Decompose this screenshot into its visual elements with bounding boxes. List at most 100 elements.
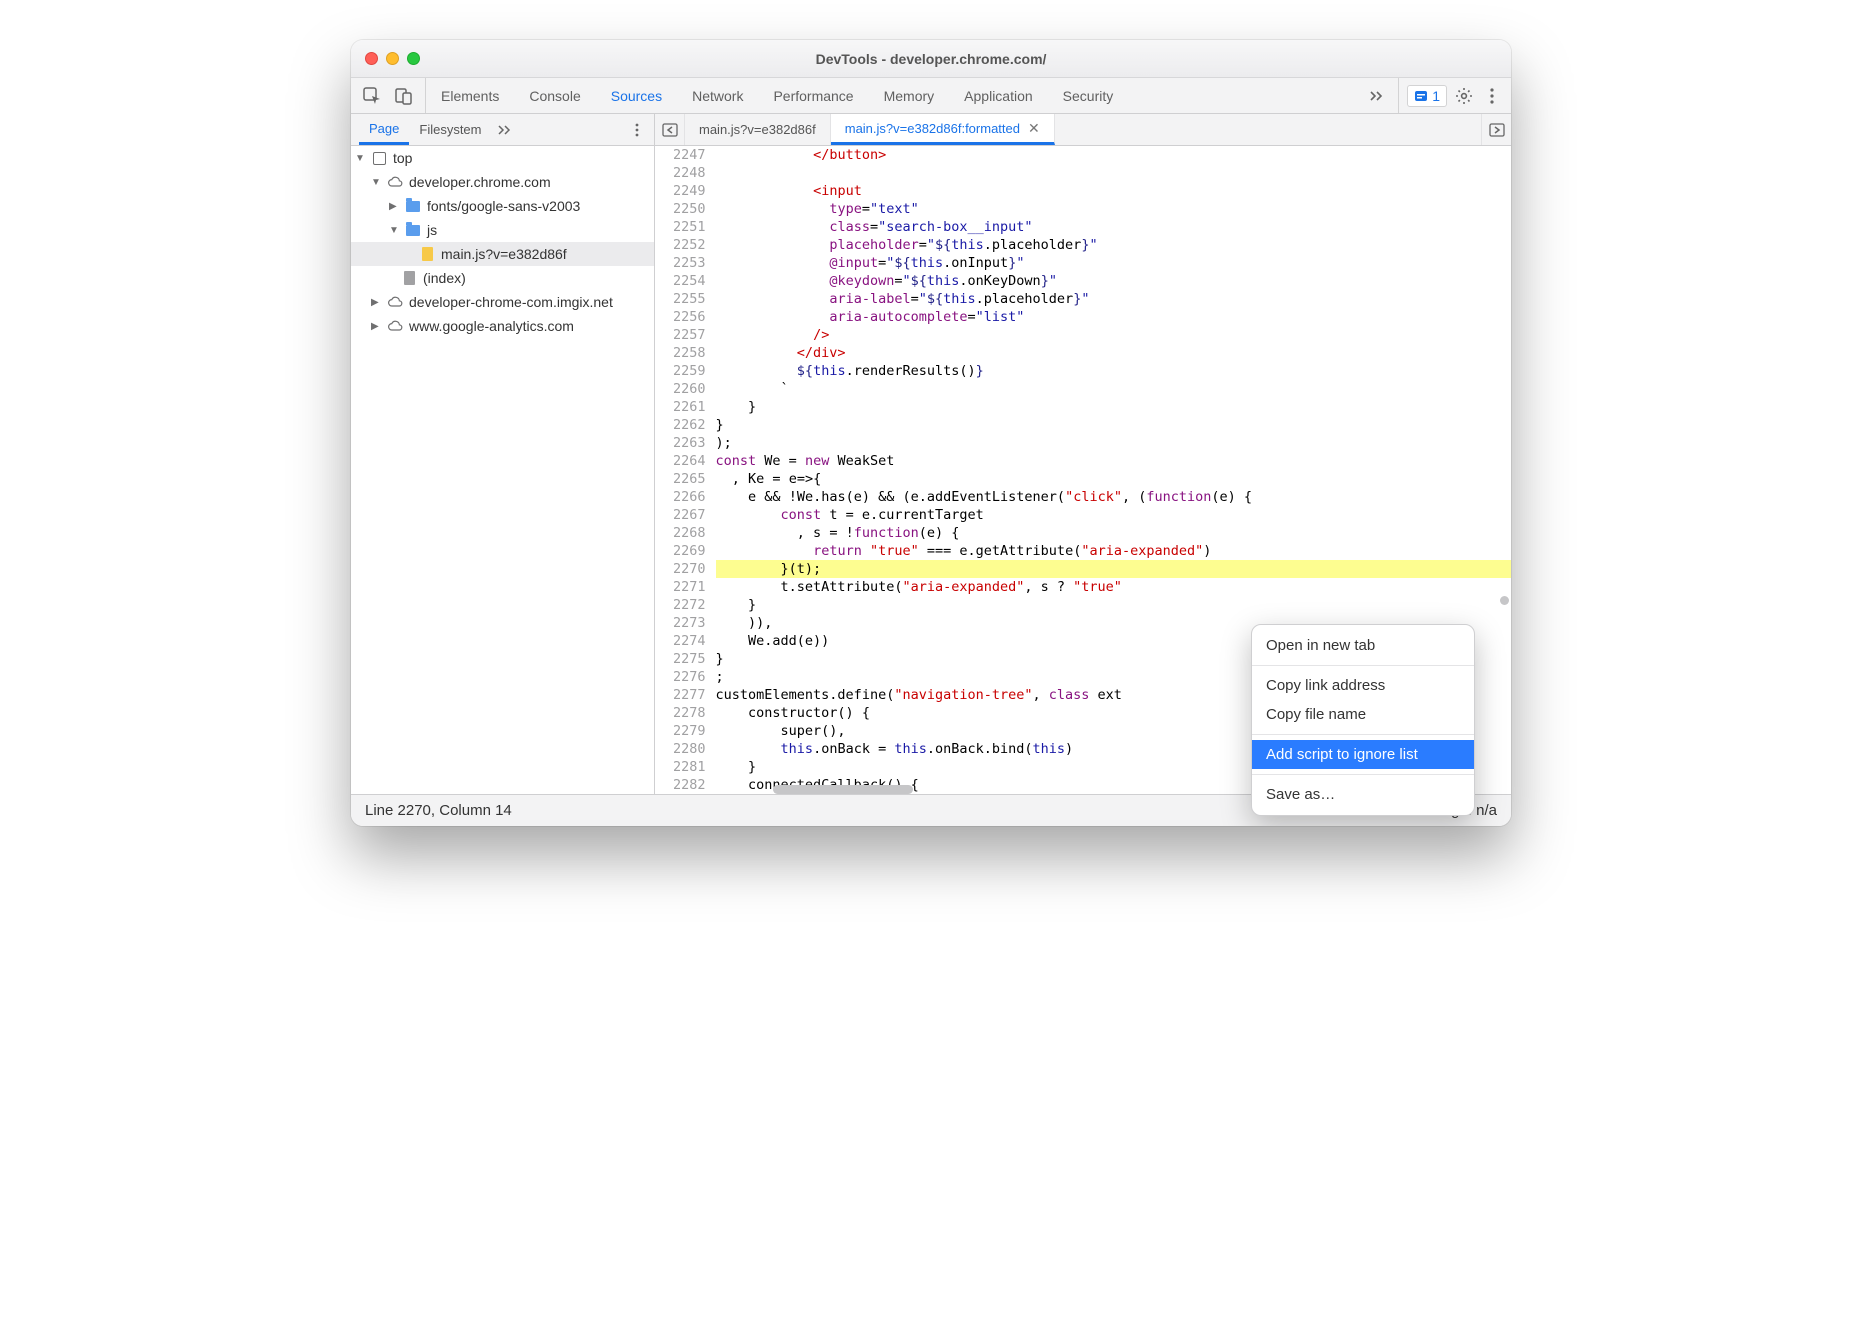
code-line[interactable]: const We = new WeakSet	[716, 452, 1511, 470]
line-number[interactable]: 2262	[673, 416, 706, 434]
code-line[interactable]: />	[716, 326, 1511, 344]
panel-tab-network[interactable]: Network	[677, 78, 758, 113]
navigator-kebab-icon[interactable]	[626, 119, 648, 141]
line-number[interactable]: 2269	[673, 542, 706, 560]
line-number[interactable]: 2273	[673, 614, 706, 632]
line-number[interactable]: 2260	[673, 380, 706, 398]
line-number[interactable]: 2250	[673, 200, 706, 218]
code-line[interactable]: , Ke = e=>{	[716, 470, 1511, 488]
code-line[interactable]: placeholder="${this.placeholder}"	[716, 236, 1511, 254]
inspect-element-icon[interactable]	[361, 85, 383, 107]
file-tab-main-formatted[interactable]: main.js?v=e382d86f:formatted ✕	[831, 114, 1055, 145]
navigator-tree[interactable]: ▼ top ▼ developer.chrome.com ▶ fonts/goo…	[351, 146, 655, 794]
code-line[interactable]: t.setAttribute("aria-expanded", s ? "tru…	[716, 578, 1511, 596]
context-menu-item[interactable]: Copy file name	[1252, 700, 1474, 729]
line-number[interactable]: 2261	[673, 398, 706, 416]
tree-origin-ga[interactable]: ▶ www.google-analytics.com	[351, 314, 654, 338]
editor-history-fwd-icon[interactable]	[1481, 114, 1511, 145]
tree-origin-imgix[interactable]: ▶ developer-chrome-com.imgix.net	[351, 290, 654, 314]
line-number[interactable]: 2278	[673, 704, 706, 722]
settings-gear-icon[interactable]	[1453, 85, 1475, 107]
line-number[interactable]: 2247	[673, 146, 706, 164]
context-menu-item[interactable]: Add script to ignore list	[1252, 740, 1474, 769]
code-line[interactable]: aria-autocomplete="list"	[716, 308, 1511, 326]
vertical-scrollbar-thumb[interactable]	[1500, 596, 1509, 605]
line-number[interactable]: 2263	[673, 434, 706, 452]
code-line[interactable]: return "true" === e.getAttribute("aria-e…	[716, 542, 1511, 560]
panel-tab-console[interactable]: Console	[514, 78, 595, 113]
code-line[interactable]: , s = !function(e) {	[716, 524, 1511, 542]
line-number[interactable]: 2259	[673, 362, 706, 380]
code-line[interactable]: }(t);	[716, 560, 1511, 578]
line-number[interactable]: 2251	[673, 218, 706, 236]
panel-tab-elements[interactable]: Elements	[426, 78, 514, 113]
line-number[interactable]: 2266	[673, 488, 706, 506]
code-line[interactable]: }	[716, 398, 1511, 416]
disclosure-triangle-icon[interactable]: ▶	[371, 297, 381, 308]
editor-history-back-icon[interactable]	[655, 114, 685, 145]
code-line[interactable]: @input="${this.onInput}"	[716, 254, 1511, 272]
code-line[interactable]: }	[716, 596, 1511, 614]
tabs-overflow-icon[interactable]	[1358, 78, 1398, 113]
code-line[interactable]: class="search-box__input"	[716, 218, 1511, 236]
line-number[interactable]: 2272	[673, 596, 706, 614]
kebab-menu-icon[interactable]	[1481, 85, 1503, 107]
tree-origin-developer-chrome[interactable]: ▼ developer.chrome.com	[351, 170, 654, 194]
navigator-tab-filesystem[interactable]: Filesystem	[409, 114, 491, 145]
close-tab-icon[interactable]: ✕	[1028, 120, 1040, 137]
panel-tab-application[interactable]: Application	[949, 78, 1048, 113]
device-toolbar-icon[interactable]	[393, 85, 415, 107]
disclosure-triangle-icon[interactable]: ▼	[389, 225, 399, 236]
line-number[interactable]: 2267	[673, 506, 706, 524]
disclosure-triangle-icon[interactable]: ▶	[371, 321, 381, 332]
line-number[interactable]: 2258	[673, 344, 706, 362]
disclosure-triangle-icon[interactable]: ▶	[389, 201, 399, 212]
code-line[interactable]: <input	[716, 182, 1511, 200]
code-line[interactable]: type="text"	[716, 200, 1511, 218]
context-menu-item[interactable]: Copy link address	[1252, 671, 1474, 700]
panel-tab-sources[interactable]: Sources	[596, 78, 677, 113]
tree-file-index[interactable]: (index)	[351, 266, 654, 290]
line-number[interactable]: 2280	[673, 740, 706, 758]
line-number[interactable]: 2265	[673, 470, 706, 488]
context-menu-item[interactable]: Open in new tab	[1252, 631, 1474, 660]
line-number[interactable]: 2253	[673, 254, 706, 272]
tree-top[interactable]: ▼ top	[351, 146, 654, 170]
line-number[interactable]: 2257	[673, 326, 706, 344]
code-line[interactable]	[716, 164, 1511, 182]
file-tab-main[interactable]: main.js?v=e382d86f	[685, 114, 831, 145]
panel-tab-security[interactable]: Security	[1048, 78, 1129, 113]
code-line[interactable]: aria-label="${this.placeholder}"	[716, 290, 1511, 308]
line-number[interactable]: 2274	[673, 632, 706, 650]
code-line[interactable]: ${this.renderResults()}	[716, 362, 1511, 380]
code-line[interactable]: );	[716, 434, 1511, 452]
code-line[interactable]: e && !We.has(e) && (e.addEventListener("…	[716, 488, 1511, 506]
context-menu-item[interactable]: Save as…	[1252, 780, 1474, 809]
line-number[interactable]: 2255	[673, 290, 706, 308]
code-line[interactable]: const t = e.currentTarget	[716, 506, 1511, 524]
gutter[interactable]: 2247224822492250225122522253225422552256…	[655, 146, 716, 794]
navigator-more-tabs-icon[interactable]	[492, 114, 518, 145]
line-number[interactable]: 2276	[673, 668, 706, 686]
line-number[interactable]: 2268	[673, 524, 706, 542]
disclosure-triangle-icon[interactable]: ▼	[355, 153, 365, 164]
line-number[interactable]: 2249	[673, 182, 706, 200]
tree-folder-js[interactable]: ▼ js	[351, 218, 654, 242]
panel-tab-performance[interactable]: Performance	[758, 78, 868, 113]
issues-badge[interactable]: 1	[1407, 85, 1447, 107]
line-number[interactable]: 2264	[673, 452, 706, 470]
line-number[interactable]: 2282	[673, 776, 706, 794]
tree-folder-fonts[interactable]: ▶ fonts/google-sans-v2003	[351, 194, 654, 218]
navigator-tab-page[interactable]: Page	[359, 114, 409, 145]
line-number[interactable]: 2248	[673, 164, 706, 182]
line-number[interactable]: 2275	[673, 650, 706, 668]
horizontal-scrollbar-thumb[interactable]	[773, 785, 913, 794]
tree-file-mainjs[interactable]: main.js?v=e382d86f	[351, 242, 654, 266]
line-number[interactable]: 2279	[673, 722, 706, 740]
code-line[interactable]: </div>	[716, 344, 1511, 362]
context-menu[interactable]: Open in new tab Copy link addressCopy fil…	[1251, 624, 1475, 816]
panel-tab-memory[interactable]: Memory	[869, 78, 950, 113]
line-number[interactable]: 2271	[673, 578, 706, 596]
code-line[interactable]: `	[716, 380, 1511, 398]
line-number[interactable]: 2256	[673, 308, 706, 326]
